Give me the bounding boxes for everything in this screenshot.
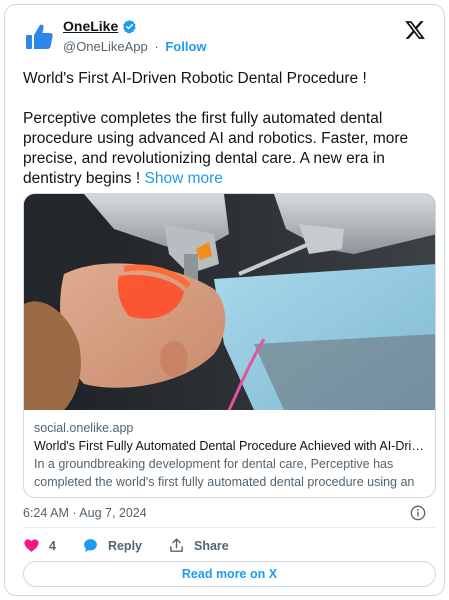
author-name-row: OneLike — [63, 18, 137, 34]
separator-dot: · — [154, 39, 159, 54]
link-description: In a groundbreaking development for dent… — [34, 457, 415, 497]
like-count: 4 — [49, 538, 56, 553]
show-more-link[interactable]: Show more — [144, 170, 222, 187]
share-label: Share — [194, 538, 229, 553]
author-display-name[interactable]: OneLike — [63, 18, 118, 34]
read-more-button[interactable]: Read more on X — [23, 561, 436, 587]
x-logo-icon[interactable] — [404, 19, 426, 41]
verified-badge-icon — [123, 19, 136, 33]
tweet-embed-card: OneLike @OneLikeApp · Follow World's Fir… — [4, 4, 445, 596]
share-button[interactable]: Share — [168, 537, 229, 554]
tweet-body-wrap: Perceptive completes the first fully aut… — [23, 109, 433, 189]
tweet-timestamp[interactable]: 6:24 AM · Aug 7, 2024 — [23, 506, 147, 520]
reply-label: Reply — [107, 538, 142, 553]
author-handle-row: @OneLikeApp · Follow — [63, 39, 207, 54]
reply-bubble-icon — [84, 539, 97, 552]
action-bar: 4 Reply Share — [23, 537, 255, 554]
dental-robot-photo — [24, 194, 435, 410]
like-button[interactable]: 4 — [23, 537, 56, 554]
link-title[interactable]: World's First Fully Automated Dental Pro… — [34, 437, 429, 455]
info-icon[interactable] — [410, 505, 426, 521]
follow-link[interactable]: Follow — [165, 39, 206, 54]
link-meta: social.onelike.app World's First Fully A… — [34, 420, 429, 497]
thumbs-up-logo-icon[interactable] — [23, 21, 55, 53]
tweet-headline: World's First AI-Driven Robotic Dental P… — [23, 70, 367, 87]
heart-icon — [24, 539, 39, 552]
tweet-text: World's First AI-Driven Robotic Dental P… — [23, 69, 433, 189]
link-preview-card[interactable]: social.onelike.app World's First Fully A… — [23, 193, 436, 498]
share-icon — [170, 538, 183, 552]
link-domain: social.onelike.app — [34, 421, 134, 435]
author-handle[interactable]: @OneLikeApp — [63, 39, 148, 54]
reply-button[interactable]: Reply — [82, 537, 142, 554]
footer-divider — [23, 527, 436, 528]
